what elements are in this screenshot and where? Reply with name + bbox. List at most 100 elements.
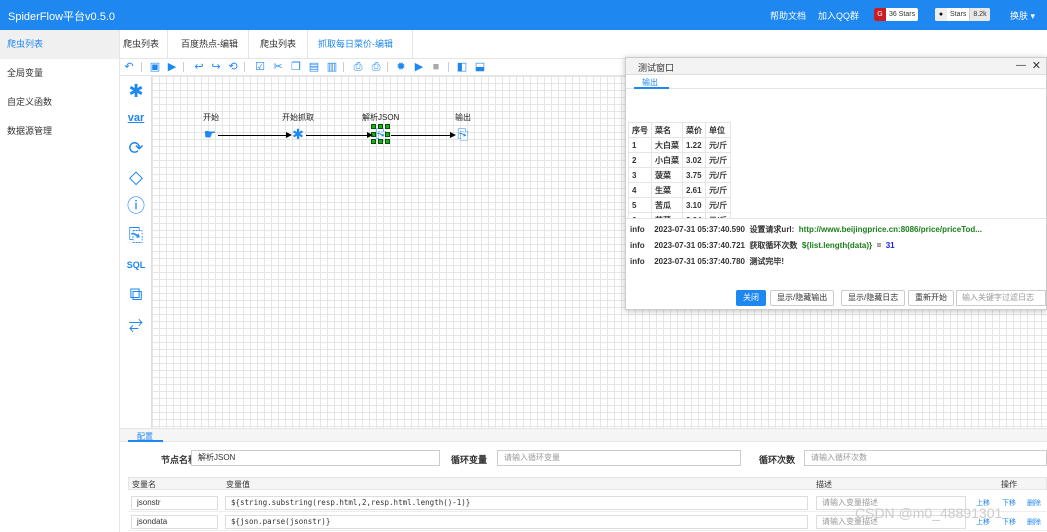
join-qq-link[interactable]: 加入QQ群 <box>818 9 859 22</box>
redo-icon[interactable]: ↪ <box>210 61 222 73</box>
bottom-panel-icon[interactable]: ⬓ <box>474 61 486 73</box>
output-icon[interactable]: ⎘ <box>124 224 148 246</box>
col-header: 序号 <box>628 122 652 138</box>
close-icon[interactable]: ✕ <box>1032 59 1041 72</box>
spider-icon[interactable]: ✱ <box>290 126 306 142</box>
skin-menu[interactable]: 换肤 ▾ <box>1010 9 1035 22</box>
help-docs-link[interactable]: 帮助文档 <box>770 9 806 22</box>
link-icon[interactable]: ⥂ <box>124 312 148 334</box>
output-table-header: 序号 菜名 菜价 单位 <box>628 122 732 138</box>
gitee-stars-label: 36 Stars <box>889 11 916 18</box>
node-name-input[interactable]: 解析JSON <box>191 450 440 466</box>
delete-link[interactable]: 删除 <box>1027 517 1041 527</box>
log-filter-input[interactable]: 输入关键字过滤日志 <box>956 290 1046 306</box>
resize-handle[interactable] <box>378 124 383 129</box>
var-value-input[interactable]: ${string.substring(resp.html,2,resp.html… <box>225 496 808 510</box>
loop-count-input[interactable]: 请输入循环次数 <box>804 450 1047 466</box>
sidebar-item-spider-list[interactable]: 爬虫列表 <box>0 30 119 59</box>
copy-icon[interactable]: ❐ <box>290 61 302 73</box>
left-panel-icon[interactable]: ◧ <box>456 61 468 73</box>
output-table-scroll[interactable]: 序号 菜名 菜价 单位 1 大白菜 1.22 元/斤 2 小白菜 3.02 元/斤 3 菠菜 3.7… <box>626 89 756 218</box>
edge-parse-output[interactable] <box>391 135 453 136</box>
sidebar-item-global-vars[interactable]: 全局变量 <box>0 59 119 88</box>
loop-icon[interactable]: ⟳ <box>124 137 148 159</box>
undo-icon[interactable]: ↩ <box>193 61 205 73</box>
watermark: CSDN @m0_48891301 <box>855 505 1003 521</box>
col-header: 单位 <box>704 122 732 138</box>
log-expression: ${list.length(data)} <box>801 241 873 250</box>
tab-spider-list-2[interactable]: 爬虫列表 <box>260 30 296 59</box>
toggle-log-button[interactable]: 显示/隐藏日志 <box>841 290 906 306</box>
delete-link[interactable]: 删除 <box>1027 498 1041 508</box>
history-icon[interactable]: ⟲ <box>227 61 239 73</box>
move-down-link[interactable]: 下移 <box>1002 517 1016 527</box>
export-icon[interactable]: ⎙ <box>352 61 364 73</box>
variable-icon[interactable]: var <box>124 107 148 129</box>
step-icon[interactable]: ▶ <box>413 61 425 73</box>
info-icon[interactable]: ⓘ <box>124 195 148 217</box>
resize-handle[interactable] <box>385 139 390 144</box>
resize-handle[interactable] <box>371 139 376 144</box>
delete-icon[interactable]: ▥ <box>326 61 338 73</box>
resize-handle[interactable] <box>385 124 390 129</box>
table-cell: 2.61 <box>682 182 706 198</box>
tab-baidu-hot-edit[interactable]: 百度热点-编辑 <box>181 30 238 59</box>
github-stars-badge[interactable]: ● Stars 8.2k <box>935 8 990 21</box>
diamond-icon[interactable]: ◇ <box>124 166 148 188</box>
output-icon[interactable]: ⎘ <box>455 126 471 142</box>
github-stars-count: 8.2k <box>969 8 990 21</box>
var-name-input[interactable]: jsondata <box>131 515 218 529</box>
table-cell: 元/斤 <box>704 167 732 183</box>
table-row: 5 苦瓜 3.10 元/斤 <box>628 197 732 213</box>
print-icon[interactable]: ⎙ <box>370 61 382 73</box>
table-cell: 2 <box>628 152 652 168</box>
log-message: 设置请求url: <box>749 225 795 234</box>
restart-button[interactable]: 重新开始 <box>908 290 954 306</box>
resize-handle[interactable] <box>378 139 383 144</box>
arrow-head-icon <box>450 132 456 138</box>
tab-divider <box>307 30 308 59</box>
app-title: SpiderFlow平台v0.5.0 <box>8 11 115 23</box>
sidebar-item-datasource[interactable]: 数据源管理 <box>0 117 119 146</box>
table-cell: 3 <box>628 167 652 183</box>
tab-divider <box>167 30 168 59</box>
cut-icon[interactable]: ✂ <box>272 61 284 73</box>
back-icon[interactable]: ↶ <box>123 61 135 73</box>
edge-fetch-parse[interactable] <box>306 135 371 136</box>
close-button[interactable]: 关闭 <box>736 290 766 306</box>
loop-count-label: 循环次数 <box>759 455 796 465</box>
var-value-input[interactable]: ${json.parse(jsonstr)} <box>225 515 808 529</box>
table-cell: 4 <box>628 182 652 198</box>
start-hand-icon[interactable]: ☛ <box>202 126 218 142</box>
table-cell: 苦瓜 <box>651 197 683 213</box>
log-level: info <box>630 257 645 266</box>
spider-icon[interactable]: ✱ <box>124 80 148 102</box>
resize-handle[interactable] <box>371 124 376 129</box>
sidebar-item-custom-functions[interactable]: 自定义函数 <box>0 88 119 117</box>
gitee-stars-badge[interactable]: G 36 Stars <box>874 8 919 21</box>
code-icon[interactable]: ⧉ <box>124 283 148 305</box>
log-message: 测试完毕! <box>749 257 785 266</box>
table-cell: 5 <box>628 197 652 213</box>
save-icon[interactable]: ▣ <box>149 61 161 73</box>
var-name-input[interactable]: jsonstr <box>131 496 218 510</box>
toggle-output-button[interactable]: 显示/隐藏输出 <box>770 290 835 306</box>
run-icon[interactable]: ▶ <box>166 61 178 73</box>
paste-icon[interactable]: ▤ <box>308 61 320 73</box>
test-window-titlebar[interactable]: 测试窗口 — ✕ <box>626 58 1046 75</box>
minimize-icon[interactable]: — <box>1016 60 1026 71</box>
loop-var-input[interactable]: 请输入循环变量 <box>497 450 741 466</box>
sql-icon[interactable]: SQL <box>124 254 148 276</box>
output-table: 序号 菜名 菜价 单位 1 大白菜 1.22 元/斤 2 小白菜 3.02 元/斤 3 菠菜 3.7… <box>628 122 732 218</box>
debug-icon[interactable]: ✹ <box>395 61 407 73</box>
resize-handle[interactable] <box>385 132 390 137</box>
toolbar-divider <box>244 62 245 72</box>
tab-spider-list-1[interactable]: 爬虫列表 <box>123 30 159 59</box>
tab-vegetable-price-edit[interactable]: 抓取每日菜价-编辑 <box>318 30 393 59</box>
log-url: http://www.beijingprice.cn:8086/price/pr… <box>798 225 982 234</box>
move-down-link[interactable]: 下移 <box>1002 498 1016 508</box>
select-all-icon[interactable]: ☑ <box>254 61 266 73</box>
table-cell: 大白菜 <box>651 137 683 153</box>
stop-icon[interactable]: ■ <box>430 61 442 73</box>
edge-start-fetch[interactable] <box>218 135 288 136</box>
